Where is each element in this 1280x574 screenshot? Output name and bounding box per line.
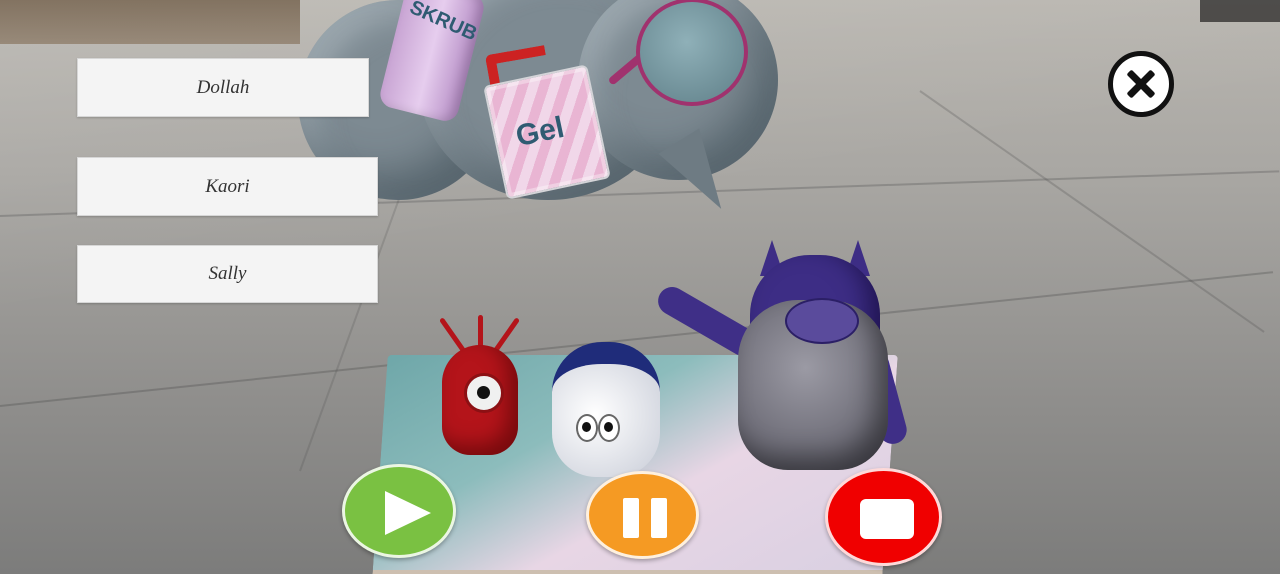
purple-monster-eye-mask xyxy=(785,298,859,344)
scrub-bottle-label: SKRUB xyxy=(406,0,481,46)
background-wall xyxy=(0,0,300,44)
white-monster-character xyxy=(552,342,660,482)
character-button-kaori[interactable]: Kaori xyxy=(77,157,378,216)
bath-sponge xyxy=(636,0,748,106)
white-monster-eye xyxy=(598,414,620,442)
close-icon[interactable] xyxy=(1108,51,1174,117)
play-button[interactable] xyxy=(342,464,456,558)
red-monster-body xyxy=(442,345,518,455)
purple-hooded-monster-character xyxy=(653,240,940,490)
white-monster-body xyxy=(552,342,660,477)
stop-icon xyxy=(860,499,914,539)
character-button-dollah[interactable]: Dollah xyxy=(77,58,369,117)
red-monster-character xyxy=(438,315,521,475)
pause-button[interactable] xyxy=(586,471,699,559)
antenna xyxy=(438,317,467,353)
antenna xyxy=(492,317,521,353)
play-icon xyxy=(385,491,431,535)
white-monster-eye xyxy=(576,414,598,442)
gel-bottle-label: Gel xyxy=(512,110,568,154)
stop-button[interactable] xyxy=(825,468,942,566)
red-monster-eye xyxy=(464,373,504,413)
background-object xyxy=(1200,0,1280,22)
character-button-sally[interactable]: Sally xyxy=(77,245,378,303)
pause-icon xyxy=(623,498,667,538)
floor-tile-seam xyxy=(919,90,1265,333)
